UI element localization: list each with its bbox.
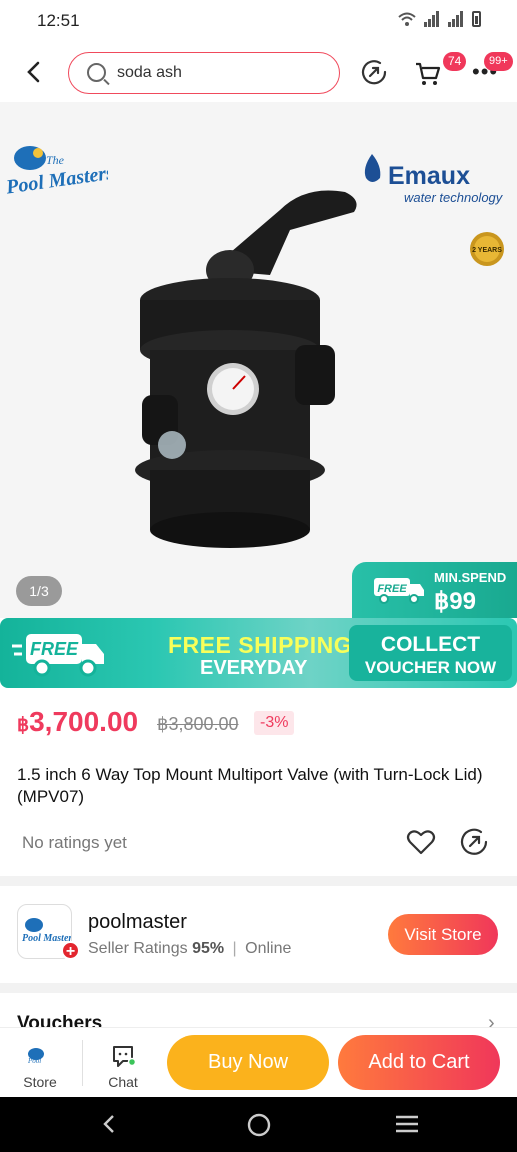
collect-voucher-button[interactable]: COLLECT VOUCHER NOW <box>349 625 512 681</box>
nav-menu-icon[interactable] <box>394 1114 420 1134</box>
svg-text:FREE: FREE <box>377 583 407 595</box>
product-image-valve <box>135 190 357 548</box>
free-shipping-banner[interactable]: FREE FREE SHIPPING EVERYDAY COLLECT VOUC… <box>0 618 517 688</box>
pool-masters-logo: The Pool Masters <box>4 146 108 199</box>
collect-line2: VOUCHER NOW <box>364 658 497 677</box>
status-icons <box>398 11 481 27</box>
seller-ratings-label: Seller Ratings <box>88 940 188 957</box>
section-divider-2 <box>0 983 517 993</box>
back-button[interactable] <box>22 58 48 86</box>
warranty-badge: 2 YEARS <box>470 232 504 266</box>
min-spend-promo: FREE MIN.SPEND ฿99 <box>352 562 517 618</box>
section-divider <box>0 876 517 886</box>
store-name: poolmaster <box>88 911 187 933</box>
emaux-brand: Emaux <box>388 162 470 190</box>
original-price: ฿3,800.00 <box>157 714 239 734</box>
gallery-pager: 1/3 <box>16 576 62 606</box>
share-product-icon[interactable] <box>458 826 490 858</box>
buy-now-button[interactable]: Buy Now <box>167 1035 329 1090</box>
min-spend-label: MIN.SPEND <box>434 570 507 585</box>
product-title: 1.5 inch 6 Way Top Mount Multiport Valve… <box>17 765 483 806</box>
free-shipping-truck-icon: FREE <box>374 578 424 604</box>
more-badge: 99+ <box>484 52 513 71</box>
top-bar: 74 ••• 99+ <box>0 42 517 102</box>
seller-ratings-value: 95% <box>192 940 225 957</box>
store-tab-label: Store <box>23 1074 57 1090</box>
free-truck-icon: FREE <box>12 634 104 677</box>
status-bar: 12:51 <box>0 0 517 42</box>
discount-badge: -3% <box>254 711 295 735</box>
svg-text:FREE: FREE <box>30 639 79 659</box>
battery-icon <box>472 11 481 27</box>
price-currency: ฿ <box>17 715 30 736</box>
system-nav-bar <box>0 1097 517 1152</box>
visit-store-button[interactable]: Visit Store <box>388 914 498 955</box>
svg-text:2 YEARS: 2 YEARS <box>472 247 502 254</box>
nav-home-icon[interactable] <box>247 1113 271 1137</box>
bottom-action-bar: Pool Store Chat Buy Now Add to Cart <box>0 1027 517 1097</box>
ratings-text: No ratings yet <box>22 833 127 852</box>
min-spend-value: ฿99 <box>434 588 476 615</box>
wifi-icon <box>398 12 416 26</box>
meta-separator: | <box>232 940 237 957</box>
svg-text:The: The <box>46 153 65 167</box>
store-meta: Seller Ratings 95% | Online <box>88 940 291 958</box>
collect-line1: COLLECT <box>380 633 481 656</box>
chevron-left-icon <box>27 61 40 83</box>
follow-plus-icon[interactable]: + <box>61 941 80 960</box>
price-value: 3,700.00 <box>29 706 139 737</box>
store-tab-button[interactable]: Pool Store <box>0 1028 80 1098</box>
signal-icon-2 <box>448 11 464 27</box>
store-icon: Pool <box>27 1048 44 1065</box>
search-box[interactable] <box>68 52 340 94</box>
heart-icon[interactable] <box>405 826 437 858</box>
product-gallery[interactable]: The Pool Masters Emaux water technology … <box>0 102 517 618</box>
emaux-logo: Emaux water technology <box>364 154 504 205</box>
vouchers-heading[interactable]: Vouchers <box>17 1013 102 1027</box>
search-input[interactable] <box>117 62 327 84</box>
svg-text:Pool: Pool <box>27 1057 41 1065</box>
chat-icon <box>113 1046 137 1067</box>
share-icon[interactable] <box>360 58 388 86</box>
current-price: ฿3,700.00 <box>17 706 138 738</box>
chat-tab-button[interactable]: Chat <box>83 1028 163 1098</box>
cart-badge: 74 <box>443 52 467 71</box>
svg-text:Pool Masters: Pool Masters <box>4 162 108 199</box>
store-status: Online <box>245 940 292 957</box>
cart-icon[interactable] <box>414 58 444 88</box>
banner-subline: EVERYDAY <box>200 657 308 679</box>
banner-headline: FREE SHIPPING <box>168 632 353 658</box>
search-icon <box>87 63 106 82</box>
signal-icon <box>424 11 440 27</box>
nav-back-icon[interactable] <box>99 1113 119 1135</box>
status-time: 12:51 <box>37 11 80 30</box>
emaux-tagline: water technology <box>404 190 504 205</box>
chat-tab-label: Chat <box>108 1074 138 1090</box>
add-to-cart-button[interactable]: Add to Cart <box>338 1035 500 1090</box>
